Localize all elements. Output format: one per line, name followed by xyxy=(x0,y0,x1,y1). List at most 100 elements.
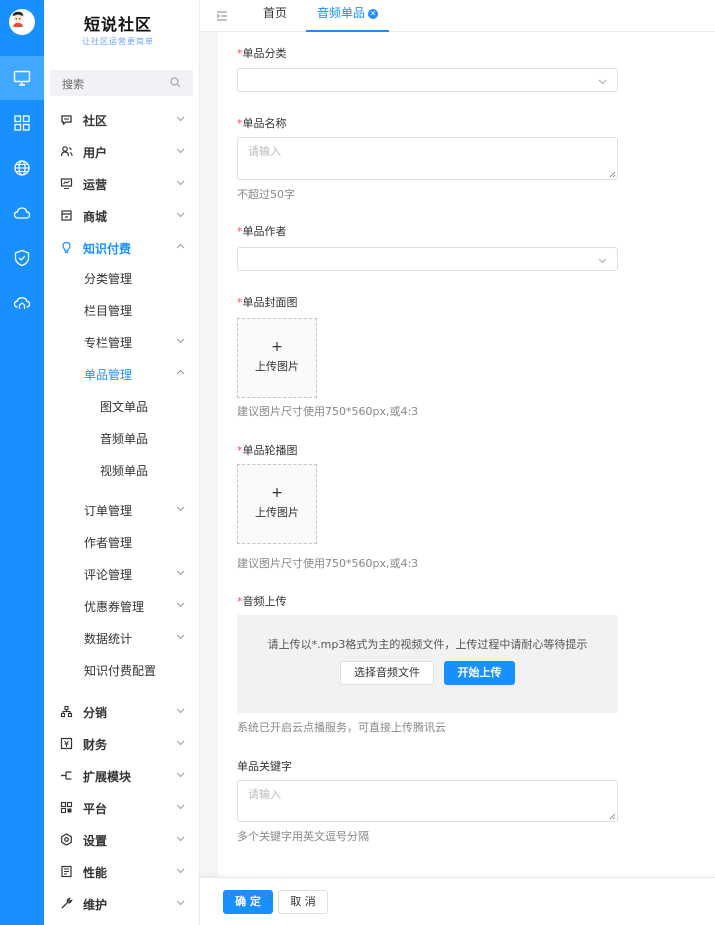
sidebar-item-label: 用户 xyxy=(83,146,108,160)
search-placeholder: 搜索 xyxy=(62,78,84,91)
sidebar-sub-label: 评论管理 xyxy=(84,568,133,582)
chevron-down-icon xyxy=(598,79,607,85)
upload-text: 上传图片 xyxy=(255,506,299,519)
chevron-down-icon xyxy=(176,804,185,810)
sidebar-sub-label: 作者管理 xyxy=(84,536,133,550)
sidebar-sub-label: 分类管理 xyxy=(84,272,133,286)
chevron-down-icon xyxy=(176,116,185,122)
logo-subtitle: 让社区运营更简单 xyxy=(82,37,154,46)
resize-grip-icon[interactable] xyxy=(609,171,616,178)
sidebar-subsub-audio[interactable]: 音频单品 xyxy=(44,422,199,454)
sidebar-item-label: 商城 xyxy=(83,210,108,224)
keywords-textarea[interactable]: 请输入 xyxy=(237,780,618,822)
sidebar-subsub-label: 音频单品 xyxy=(100,432,149,446)
collapse-menu-icon[interactable] xyxy=(216,10,228,22)
sidebar-item-extensions[interactable]: 扩展模块 xyxy=(44,760,199,792)
sidebar-item-distribution[interactable]: 分销 xyxy=(44,696,199,728)
sidebar-sub-special[interactable]: 专栏管理 xyxy=(44,326,199,358)
confirm-button[interactable]: 确 定 xyxy=(223,890,273,914)
chat-icon xyxy=(61,115,72,126)
logo: 短说社区 让社区运营更简单 xyxy=(44,0,199,60)
sidebar-sub-coupon[interactable]: 优惠券管理 xyxy=(44,590,199,622)
cover-label: *单品封面图 xyxy=(237,294,298,310)
sidebar-subsub-label: 视频单品 xyxy=(100,464,149,478)
search-icon xyxy=(170,77,181,88)
resize-grip-icon[interactable] xyxy=(609,813,616,820)
sidebar-item-performance[interactable]: 性能 xyxy=(44,856,199,888)
sidebar-item-operation[interactable]: 运营 xyxy=(44,168,199,200)
sidebar-item-mall[interactable]: 商城 xyxy=(44,200,199,232)
wrench-icon xyxy=(61,897,73,909)
avatar[interactable] xyxy=(9,9,35,35)
tab-bar: 首页 音频单品 ✕ xyxy=(200,0,715,32)
sidebar-sub-label: 栏目管理 xyxy=(84,304,133,318)
cloud-icon[interactable] xyxy=(0,191,44,235)
chevron-down-icon xyxy=(176,148,185,154)
form-panel: *单品分类 *单品名称 请输入 不超过50字 *单品作者 *单品封面图 + 上传… xyxy=(218,32,715,877)
sidebar-subsub-text[interactable]: 图文单品 xyxy=(44,390,199,422)
sidebar-sub-author[interactable]: 作者管理 xyxy=(44,526,199,558)
sidebar-item-settings[interactable]: 设置 xyxy=(44,824,199,856)
sidebar-sub-order[interactable]: 订单管理 xyxy=(44,494,199,526)
chevron-down-icon xyxy=(176,506,185,512)
keywords-hint: 多个关键字用英文逗号分隔 xyxy=(237,830,369,843)
chevron-down-icon xyxy=(176,708,185,714)
chevron-down-icon xyxy=(176,740,185,746)
label-text: 音频上传 xyxy=(242,595,287,608)
chevron-down-icon xyxy=(176,836,185,842)
carousel-hint: 建议图片尺寸使用750*560px,或4:3 xyxy=(237,557,419,570)
label-text: 单品封面图 xyxy=(242,296,298,309)
start-upload-button[interactable]: 开始上传 xyxy=(444,661,515,685)
plus-icon: + xyxy=(271,485,283,501)
sidebar-item-maintenance[interactable]: 维护 xyxy=(44,888,199,920)
hierarchy-icon xyxy=(60,705,73,718)
sidebar-item-finance[interactable]: 财务 xyxy=(44,728,199,760)
audio-label: *音频上传 xyxy=(237,593,287,609)
shield-check-icon[interactable] xyxy=(0,236,44,280)
chevron-down-icon xyxy=(176,570,185,576)
chevron-up-icon xyxy=(176,243,185,249)
form-footer: 确 定 取 消 xyxy=(200,877,715,925)
chevron-down-icon xyxy=(176,634,185,640)
sidebar-item-label: 维护 xyxy=(83,898,108,912)
search-input[interactable]: 搜索 xyxy=(50,70,193,96)
cloud-home-icon[interactable] xyxy=(0,281,44,325)
upload-text: 上传图片 xyxy=(255,360,299,373)
sidebar-item-label: 设置 xyxy=(83,834,108,848)
tab-label: 音频单品 xyxy=(317,6,366,20)
sidebar-sub-column[interactable]: 栏目管理 xyxy=(44,294,199,326)
audio-hint: 系统已开启云点播服务，可直接上传腾讯云 xyxy=(237,721,446,734)
sidebar-sub-config[interactable]: 知识付费配置 xyxy=(44,654,199,686)
author-select[interactable] xyxy=(237,247,618,271)
audio-upload-area: 请上传以*.mp3格式为主的视频文件，上传过程中请耐心等待提示 选择音频文件 开… xyxy=(237,615,618,713)
sidebar-subsub-video[interactable]: 视频单品 xyxy=(44,454,199,486)
sidebar-sub-comment[interactable]: 评论管理 xyxy=(44,558,199,590)
cancel-button[interactable]: 取 消 xyxy=(278,890,328,914)
close-icon[interactable]: ✕ xyxy=(368,8,379,19)
name-textarea[interactable]: 请输入 xyxy=(237,137,618,180)
sidebar-sub-single[interactable]: 单品管理 xyxy=(44,358,199,390)
monitor-icon[interactable] xyxy=(0,56,44,100)
globe-icon[interactable] xyxy=(0,146,44,190)
audio-upload-message: 请上传以*.mp3格式为主的视频文件，上传过程中请耐心等待提示 xyxy=(267,638,588,651)
sidebar-item-platform[interactable]: 平台 xyxy=(44,792,199,824)
label-text: 单品作者 xyxy=(242,225,287,238)
sidebar-item-label: 分销 xyxy=(83,706,108,720)
select-audio-button[interactable]: 选择音频文件 xyxy=(340,661,434,685)
sidebar-item-label: 知识付费 xyxy=(83,242,132,256)
platform-icon xyxy=(60,801,73,814)
sidebar-item-community[interactable]: 社区 xyxy=(44,104,199,136)
users-icon xyxy=(60,146,73,157)
tab-home[interactable]: 首页 xyxy=(263,0,287,32)
finance-icon xyxy=(60,737,73,750)
carousel-upload[interactable]: + 上传图片 xyxy=(237,464,317,544)
label-text: 单品轮播图 xyxy=(242,444,298,457)
sidebar-item-knowledge-pay[interactable]: 知识付费 xyxy=(44,232,199,264)
sidebar-item-users[interactable]: 用户 xyxy=(44,136,199,168)
sidebar-sub-category[interactable]: 分类管理 xyxy=(44,262,199,294)
grid-icon[interactable] xyxy=(0,101,44,145)
sidebar-sub-stats[interactable]: 数据统计 xyxy=(44,622,199,654)
cover-upload[interactable]: + 上传图片 xyxy=(237,318,317,398)
category-select[interactable] xyxy=(237,68,618,92)
tab-audio-single[interactable]: 音频单品 ✕ xyxy=(306,0,390,32)
